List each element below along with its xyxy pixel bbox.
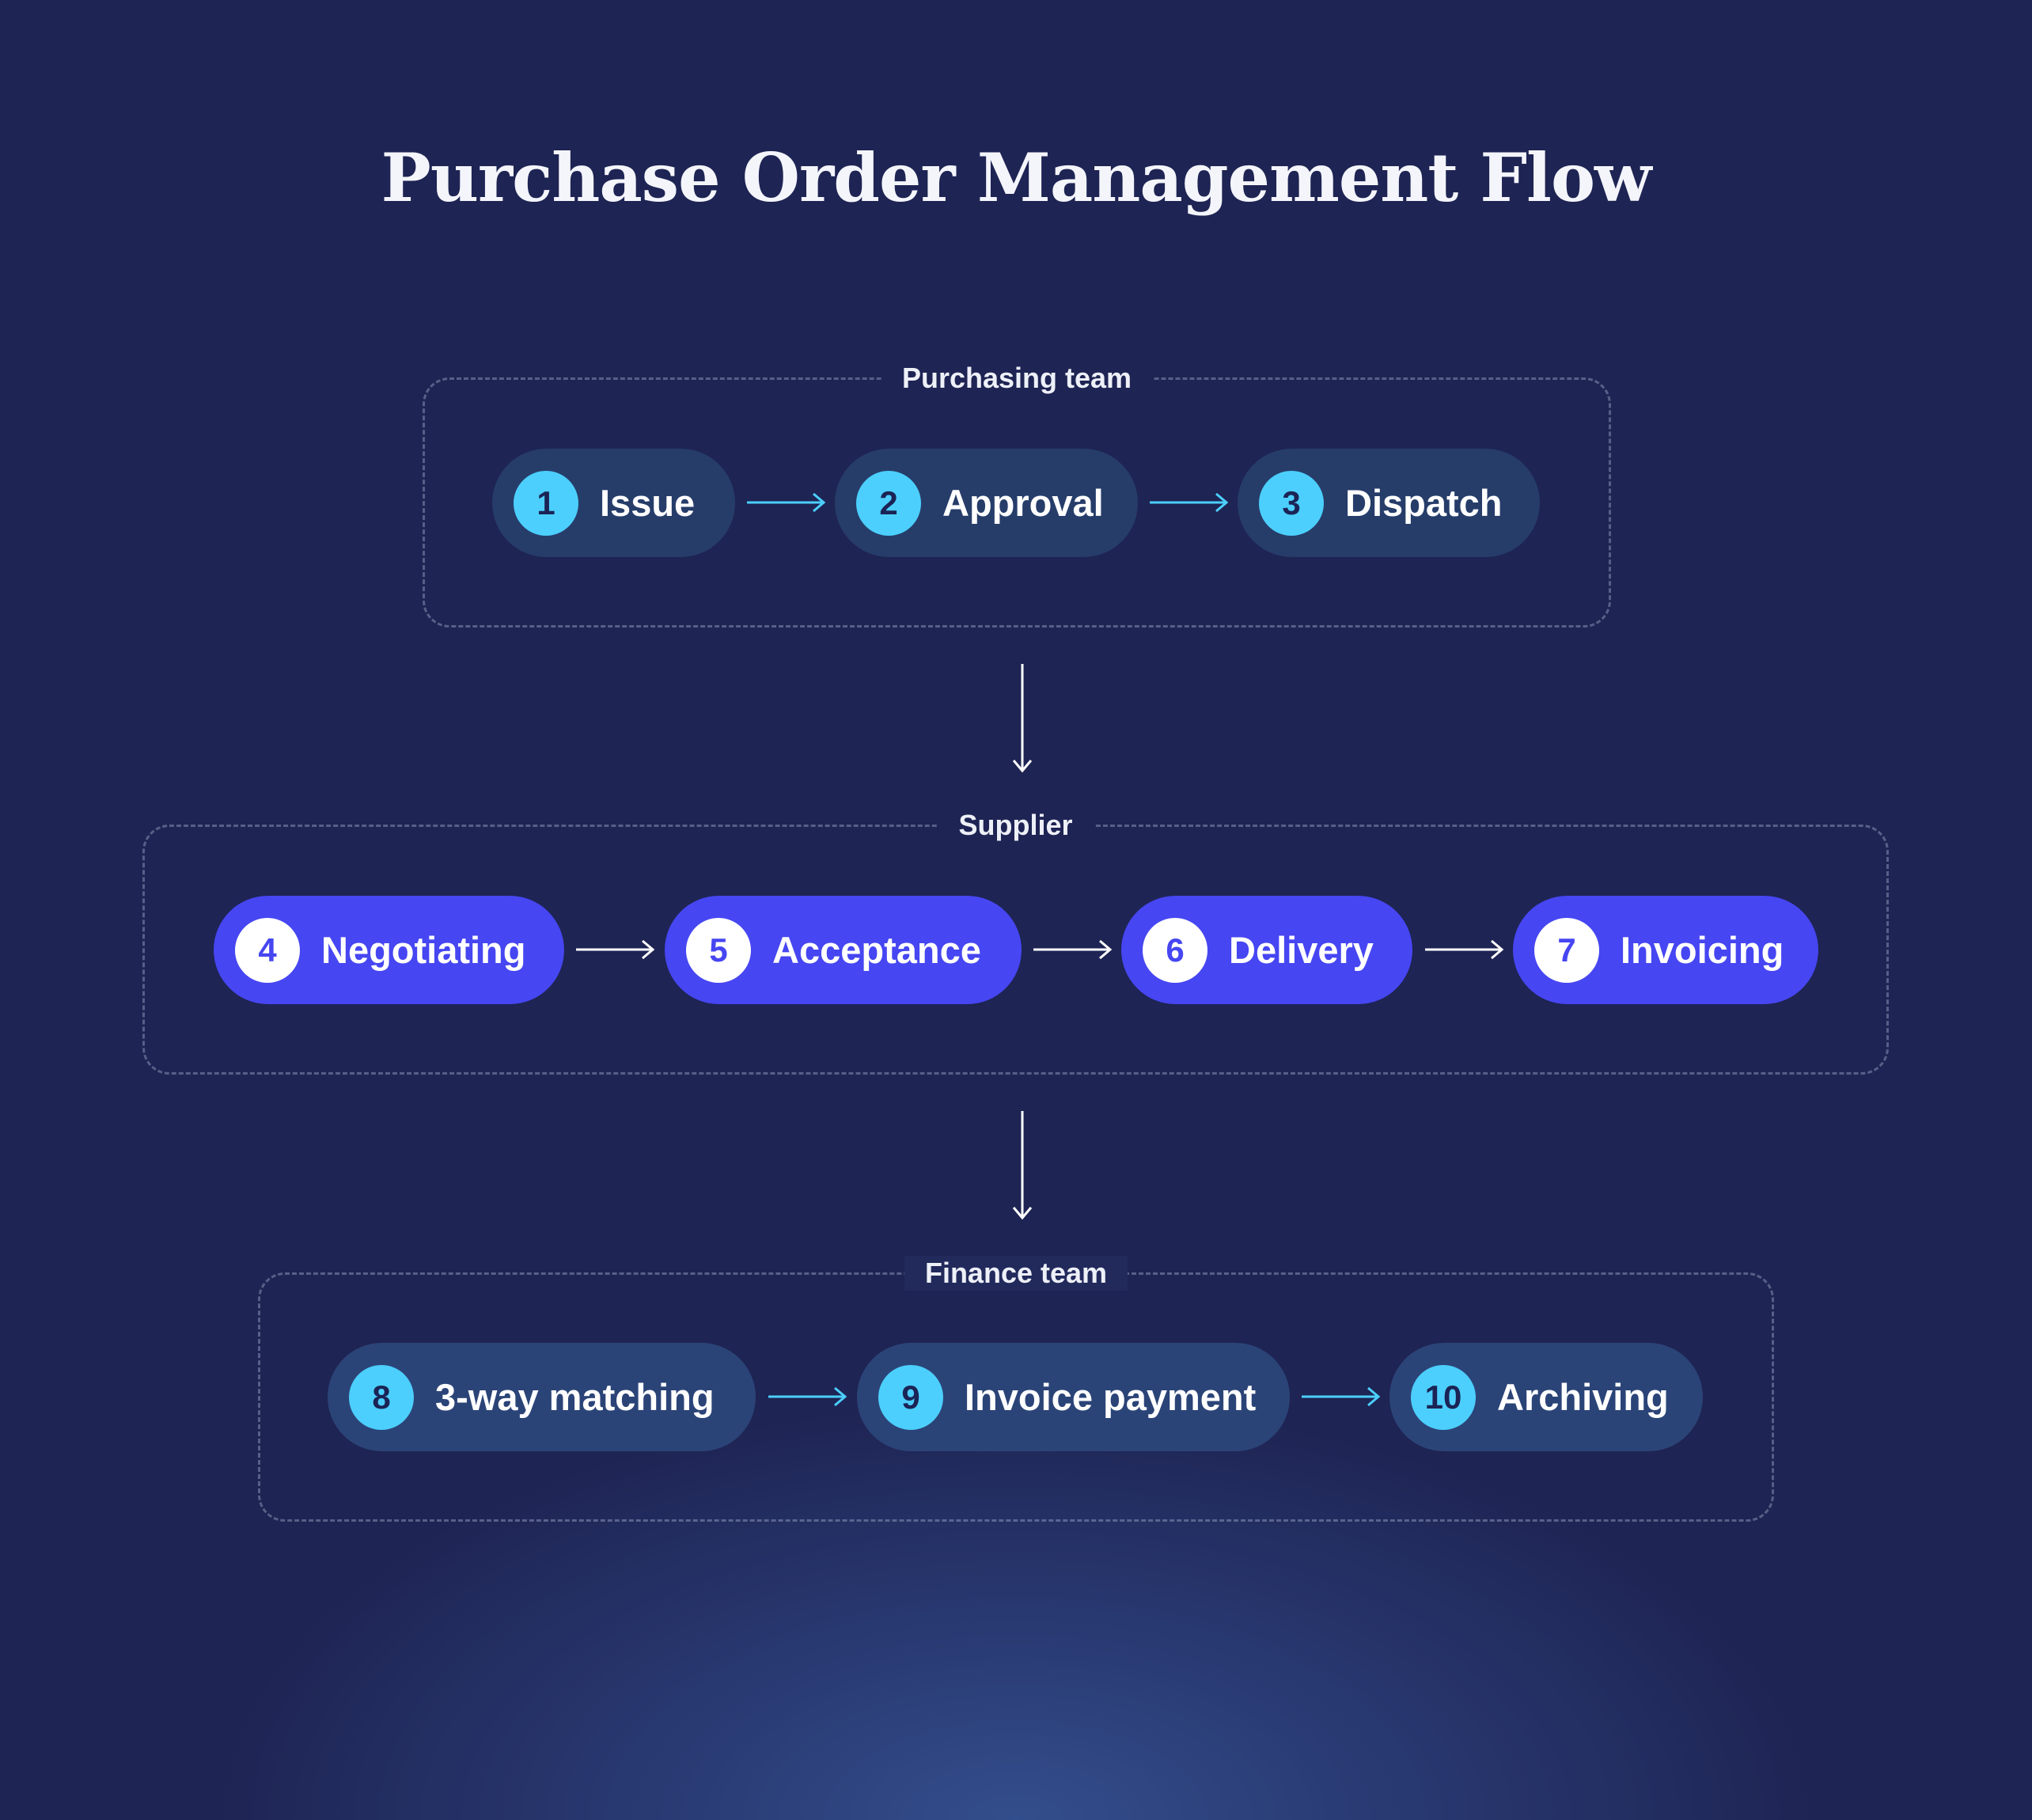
step-number-badge: 2 <box>856 470 921 536</box>
arrow-down-icon <box>1012 1111 1033 1220</box>
step-label: Invoice payment <box>965 1376 1257 1418</box>
step-dispatch[interactable]: 3 Dispatch <box>1238 449 1540 557</box>
arrow-right-icon <box>747 492 826 513</box>
step-negotiating[interactable]: 4 Negotiating <box>214 896 564 1004</box>
step-label: Dispatch <box>1345 482 1503 524</box>
group-label: Supplier <box>938 808 1094 843</box>
step-label: Delivery <box>1229 929 1374 971</box>
step-number-badge: 8 <box>349 1364 414 1430</box>
arrow-right-icon <box>1302 1386 1381 1407</box>
arrow-right-icon <box>768 1386 847 1407</box>
group-label: Finance team <box>904 1256 1128 1291</box>
step-number-badge: 5 <box>686 917 751 983</box>
step-issue[interactable]: 1 Issue <box>492 449 735 557</box>
step-3-way-matching[interactable]: 8 3-way matching <box>328 1343 756 1451</box>
arrow-right-icon <box>1150 492 1229 513</box>
step-number-badge: 3 <box>1259 470 1324 536</box>
step-approval[interactable]: 2 Approval <box>835 449 1138 557</box>
step-label: Approval <box>942 482 1104 524</box>
step-label: 3-way matching <box>435 1376 715 1418</box>
arrow-right-icon <box>576 939 655 960</box>
step-invoice-payment[interactable]: 9 Invoice payment <box>857 1343 1290 1451</box>
arrow-down-icon <box>1012 664 1033 773</box>
step-number-badge: 10 <box>1411 1364 1476 1430</box>
step-number-badge: 7 <box>1534 917 1599 983</box>
step-label: Invoicing <box>1621 929 1784 971</box>
step-invoicing[interactable]: 7 Invoicing <box>1513 896 1818 1004</box>
page-title: Purchase Order Management Flow <box>381 138 1652 217</box>
step-label: Archiving <box>1497 1376 1669 1418</box>
group-label: Purchasing team <box>881 361 1153 396</box>
step-label: Acceptance <box>772 929 981 971</box>
arrow-right-icon <box>1033 939 1113 960</box>
step-delivery[interactable]: 6 Delivery <box>1121 896 1412 1004</box>
step-acceptance[interactable]: 5 Acceptance <box>665 896 1022 1004</box>
step-label: Negotiating <box>321 929 526 971</box>
arrow-right-icon <box>1425 939 1504 960</box>
step-number-badge: 9 <box>878 1364 943 1430</box>
step-label: Issue <box>600 482 696 524</box>
step-archiving[interactable]: 10 Archiving <box>1389 1343 1703 1451</box>
step-number-badge: 4 <box>235 917 300 983</box>
step-number-badge: 1 <box>514 470 578 536</box>
step-number-badge: 6 <box>1143 917 1207 983</box>
